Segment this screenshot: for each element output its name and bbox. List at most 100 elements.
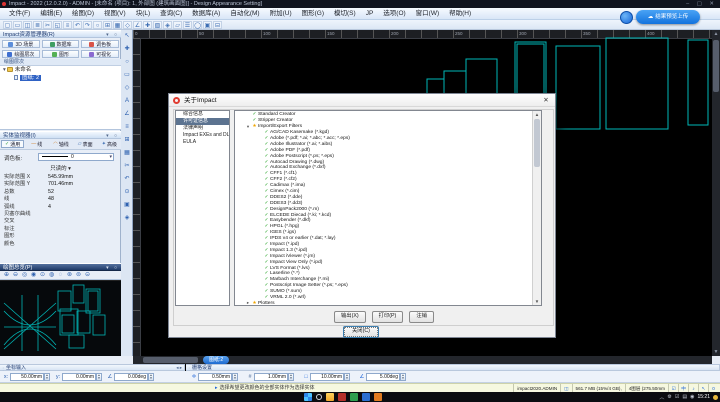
monitor-panel-header[interactable]: 实体监视器(I) ▾ ○ — [0, 131, 121, 139]
field-input[interactable]: 0.00deg — [114, 373, 148, 381]
menu-item[interactable]: JP — [361, 8, 379, 19]
dialog-nav-item[interactable]: Impact EXEs and DLLs信息 — [176, 132, 229, 139]
toolbar-button-icon[interactable]: ◫ — [23, 21, 32, 29]
overview-panel-header[interactable]: 绘图总览(P) ▾ ○ — [0, 263, 121, 271]
menu-item[interactable]: 图形(G) — [297, 8, 329, 19]
taskbar-app-icon[interactable] — [326, 393, 334, 401]
zoom-tool-icon[interactable]: ⊝ — [83, 272, 92, 279]
tree-expand-icon[interactable]: ▾ — [3, 67, 6, 73]
toolbar-button-icon[interactable]: ∠ — [133, 21, 142, 29]
toolbar-button-icon[interactable]: ↷ — [83, 21, 92, 29]
stepper[interactable]: ▲▼ — [44, 373, 50, 381]
monitor-tab[interactable]: ▱表面 — [74, 140, 97, 148]
hscroll-thumb[interactable] — [143, 357, 198, 363]
drawing-tool-icon[interactable]: ↖ — [121, 30, 133, 43]
tray-icon[interactable]: ︿ — [659, 394, 664, 401]
license-feature-tree[interactable]: Standard Creator Stripper Creator Import… — [234, 110, 542, 306]
scroll-down-icon[interactable]: ▼ — [712, 348, 720, 356]
zoom-tool-icon[interactable]: ◎ — [20, 272, 29, 279]
drawing-tool-icon[interactable]: ▭ — [121, 69, 133, 82]
zoom-tool-icon[interactable]: ⊕ — [2, 272, 11, 279]
drawing-tool-icon[interactable]: ↶ — [121, 173, 133, 186]
vscroll-thumb[interactable] — [713, 40, 719, 92]
drawing-tool-icon[interactable]: ✚ — [121, 43, 133, 56]
toolbar-button-icon[interactable]: ↶ — [73, 21, 82, 29]
tray-icon[interactable]: ◉ — [690, 394, 694, 401]
stepper[interactable]: ▲▼ — [288, 373, 294, 381]
explorer-tab[interactable]: 数据库 — [42, 40, 80, 48]
toolbar-button-icon[interactable]: ◈ — [163, 21, 172, 29]
feature-tree-row[interactable]: Plotters — [235, 301, 531, 307]
field-input[interactable]: 50.00mm — [10, 373, 44, 381]
drawing-tool-icon[interactable]: ▣ — [121, 199, 133, 212]
menu-item[interactable]: 附加(U) — [265, 8, 297, 19]
menu-item[interactable]: 帮助(H) — [444, 8, 476, 19]
toolbar-button-icon[interactable]: ≡ — [63, 21, 72, 29]
dialog-nav-item[interactable]: 综合信息 — [176, 111, 229, 118]
zoom-tool-icon[interactable]: ⊛ — [65, 272, 74, 279]
zoom-tool-icon[interactable]: ⊜ — [74, 272, 83, 279]
explorer-tab[interactable]: 调色板 — [81, 40, 119, 48]
dialog-title-bar[interactable]: 关于Impact ✕ — [169, 94, 555, 107]
menu-item[interactable]: 块(L) — [131, 8, 155, 19]
stepper[interactable]: ▲▼ — [96, 373, 102, 381]
toolbar-button-icon[interactable]: ▣ — [203, 21, 212, 29]
field-input[interactable]: 5.00deg — [366, 373, 400, 381]
taskbar-app-icon[interactable] — [316, 394, 322, 400]
toolbar-button-icon[interactable]: ≣ — [33, 21, 42, 29]
notification-bell-icon[interactable] — [713, 395, 718, 400]
dialog-button[interactable]: 打印(P) — [372, 311, 404, 323]
menu-item[interactable]: 自动化(M) — [225, 8, 264, 19]
toolbar-button-icon[interactable]: ◯ — [193, 21, 202, 29]
tray-icon[interactable]: ▤ — [682, 394, 687, 401]
drawing-tool-icon[interactable]: ∠ — [121, 108, 133, 121]
toolbar-button-icon[interactable]: ○ — [93, 21, 102, 29]
zoom-tool-icon[interactable]: ◉ — [29, 272, 38, 279]
dialog-button[interactable]: 输出(X) — [334, 311, 366, 323]
canvas-hscrollbar[interactable]: 图纸:2 — [133, 356, 712, 364]
monitor-tab[interactable]: ◠轴线 — [49, 140, 72, 148]
menu-item[interactable]: 查询(C) — [155, 8, 187, 19]
stepper[interactable]: ▲▼ — [232, 373, 238, 381]
menu-item[interactable]: 选项(O) — [378, 8, 410, 19]
taskbar-app-icon[interactable] — [362, 393, 370, 401]
field-input[interactable]: 0.50mm — [198, 373, 232, 381]
grid-settings-header[interactable]: ⋮ 栅格设置 — [186, 364, 720, 371]
menu-item[interactable]: 编辑(E) — [35, 8, 67, 19]
drawing-tool-icon[interactable]: ⊞ — [121, 134, 133, 147]
drawing-tool-icon[interactable]: ◇ — [121, 82, 133, 95]
overview-preview[interactable] — [0, 280, 121, 357]
zoom-tool-icon[interactable]: ◌ — [56, 272, 65, 279]
taskbar-app-icon[interactable] — [338, 393, 346, 401]
dialog-nav-item[interactable]: EULA — [176, 139, 229, 146]
palette-select[interactable]: 0▾ — [38, 153, 114, 161]
stepper[interactable]: ▲▼ — [344, 373, 350, 381]
taskbar-app-icon[interactable] — [350, 393, 358, 401]
taskbar-app-icon[interactable] — [374, 393, 382, 401]
scroll-thumb[interactable] — [534, 119, 540, 167]
upload-preview-button[interactable]: ☁结果预览上传 — [636, 10, 700, 24]
canvas-vscrollbar[interactable]: ▲ ▼ — [712, 30, 720, 356]
drawing-tool-icon[interactable]: ○ — [121, 56, 133, 69]
zoom-tool-icon[interactable]: ⊖ — [11, 272, 20, 279]
toolbar-button-icon[interactable]: ◱ — [53, 21, 62, 29]
zoom-tool-icon[interactable]: ⊙ — [38, 272, 47, 279]
menu-item[interactable]: 绘图(D) — [67, 8, 99, 19]
explorer-tab[interactable]: 绘图层次 — [2, 50, 40, 58]
drawing-tool-icon[interactable]: ✂ — [121, 160, 133, 173]
dialog-close-button[interactable]: ✕ — [540, 96, 552, 105]
scroll-up-icon[interactable]: ▲ — [533, 111, 541, 118]
tray-icon[interactable]: ⚙ — [667, 394, 671, 401]
tray-icon[interactable]: ☑ — [675, 394, 679, 401]
toolbar-button-icon[interactable]: ▦ — [113, 21, 122, 29]
explorer-tab[interactable]: 3D 场景 — [2, 40, 40, 48]
close-dialog-button[interactable]: 关闭(C) — [343, 326, 379, 338]
stepper[interactable]: ▲▼ — [148, 373, 154, 381]
explorer-tab[interactable]: 可视化 — [81, 50, 119, 58]
scroll-up-icon[interactable]: ▲ — [712, 30, 720, 38]
dialog-button[interactable]: 注销 — [409, 311, 434, 323]
dialog-nav-item[interactable]: 许可证信息 — [176, 118, 229, 125]
scroll-down-icon[interactable]: ▼ — [533, 298, 541, 305]
drawing-tool-icon[interactable]: ◈ — [121, 212, 133, 225]
toolbar-button-icon[interactable]: ▱ — [173, 21, 182, 29]
